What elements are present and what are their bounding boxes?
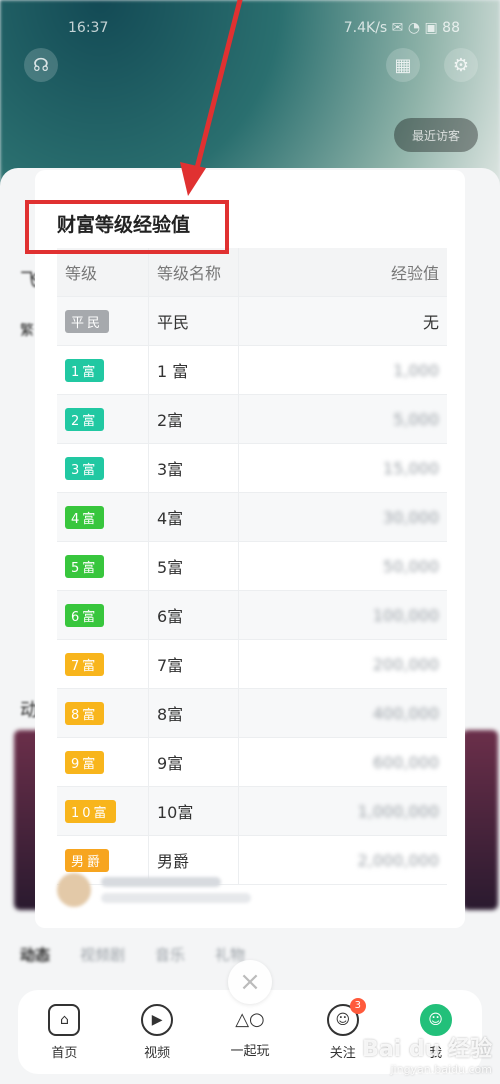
title-highlight-box <box>25 200 229 254</box>
exp-cell: 15,000 <box>383 458 439 478</box>
nav-play-together[interactable]: △○ 一起玩 <box>215 1006 285 1059</box>
nav-video-label: 视频 <box>144 1045 171 1061</box>
status-time: 16:37 <box>68 20 109 36</box>
status-indicators: 7.4K/s ✉ ◔ ▣ 88 <box>343 20 460 36</box>
grid-icon[interactable]: ▦ <box>386 48 420 82</box>
user-desc-blurred <box>101 893 251 903</box>
level-cell: 2富 <box>57 395 149 443</box>
nav-video[interactable]: ▶ 视频 <box>122 1003 192 1061</box>
level-badge: 2富 <box>65 407 105 431</box>
watermark: Bai du 经验 jingyan.baidu.com <box>362 1031 492 1076</box>
header-level: 等级 <box>57 248 149 296</box>
recent-visitors-button[interactable]: 最近访客 <box>394 118 478 152</box>
table-row: 3富 3富 15,000 <box>57 444 447 493</box>
table-row: 平民 平民 无 <box>57 297 447 346</box>
level-name-cell: 3富 <box>149 444 239 492</box>
level-badge: 6富 <box>65 603 105 627</box>
user-preview <box>57 870 447 910</box>
level-name-cell: 7富 <box>149 640 239 688</box>
exp-cell: 200,000 <box>372 654 439 674</box>
bg-label-2: 繁 <box>20 323 34 339</box>
level-name-cell: 10富 <box>149 787 239 835</box>
level-badge: 10富 <box>65 799 116 823</box>
table-row: 4富 4富 30,000 <box>57 493 447 542</box>
table-row: 6富 6富 100,000 <box>57 591 447 640</box>
exp-cell: 1,000 <box>393 360 439 380</box>
wealth-level-modal: 财富等级经验值 等级 等级名称 经验值 平民 平民无 1富 1 富 1,000 2富 2富 5… <box>35 170 465 928</box>
level-name-cell: 9富 <box>149 738 239 786</box>
exp-cell: 30,000 <box>383 507 439 527</box>
header-exp: 经验值 <box>390 264 439 283</box>
watermark-url: jingyan.baidu.com <box>390 1063 492 1076</box>
home-icon: ⌂ <box>48 1003 81 1036</box>
table-header: 等级 等级名称 经验值 <box>57 248 447 297</box>
close-icon[interactable]: × <box>228 960 272 1004</box>
background-tabs: 动态 视频剧 音乐 礼物 <box>20 944 245 965</box>
exp-cell: 5,000 <box>393 409 439 429</box>
level-cell: 8富 <box>57 689 149 737</box>
avatar <box>57 873 91 907</box>
exp-cell: 100,000 <box>372 605 439 625</box>
level-badge: 5富 <box>65 554 105 578</box>
level-name-cell: 4富 <box>149 493 239 541</box>
level-cell: 4富 <box>57 493 149 541</box>
level-cell: 1富 <box>57 346 149 394</box>
level-badge: 平民 <box>65 309 110 333</box>
follow-badge: 3 <box>349 997 366 1014</box>
table-row: 1富 1 富 1,000 <box>57 346 447 395</box>
exp-cell: 600,000 <box>372 752 439 772</box>
nav-follow-label: 关注 <box>329 1045 356 1061</box>
level-name-cell: 8富 <box>149 689 239 737</box>
exp-cell: 50,000 <box>383 556 439 576</box>
level-table: 等级 等级名称 经验值 平民 平民无 1富 1 富 1,000 2富 2富 5,000 3富 3富… <box>57 248 447 885</box>
table-row: 8富 8富 400,000 <box>57 689 447 738</box>
level-name-cell: 6富 <box>149 591 239 639</box>
level-cell: 10富 <box>57 787 149 835</box>
settings-icon[interactable]: ⚙ <box>444 48 478 82</box>
level-badge: 男爵 <box>65 848 110 872</box>
table-row: 10富 10富 1,000,000 <box>57 787 447 836</box>
table-row: 7富 7富 200,000 <box>57 640 447 689</box>
exp-cell: 1,000,000 <box>357 801 439 821</box>
bg-tab-video[interactable]: 视频剧 <box>80 944 125 965</box>
right-thumbnail <box>462 730 498 910</box>
level-badge: 8富 <box>65 701 105 725</box>
level-name-cell: 平民 <box>149 297 239 345</box>
level-cell: 5富 <box>57 542 149 590</box>
nav-home-label: 首页 <box>51 1045 78 1061</box>
level-name-cell: 1 富 <box>149 346 239 394</box>
user-name-blurred <box>101 877 221 887</box>
nav-home[interactable]: ⌂ 首页 <box>29 1003 99 1061</box>
table-row: 9富 9富 600,000 <box>57 738 447 787</box>
exp-cell: 无 <box>422 313 439 332</box>
exp-cell: 400,000 <box>372 703 439 723</box>
level-cell: 平民 <box>57 297 149 345</box>
level-badge: 4富 <box>65 505 105 529</box>
bg-tab-dynamic[interactable]: 动态 <box>20 944 50 965</box>
header-name: 等级名称 <box>149 248 239 296</box>
level-name-cell: 5富 <box>149 542 239 590</box>
watermark-logo: Bai du 经验 <box>362 1037 492 1062</box>
level-cell: 7富 <box>57 640 149 688</box>
play-icon: ▶ <box>141 1003 174 1036</box>
level-cell: 6富 <box>57 591 149 639</box>
level-badge: 9富 <box>65 750 105 774</box>
level-name-cell: 2富 <box>149 395 239 443</box>
bg-tab-music[interactable]: 音乐 <box>155 944 185 965</box>
headset-icon[interactable]: ☊ <box>24 48 58 82</box>
shapes-icon: △○ <box>235 1009 265 1030</box>
table-row: 5富 5富 50,000 <box>57 542 447 591</box>
level-badge: 1富 <box>65 358 105 382</box>
table-row: 2富 2富 5,000 <box>57 395 447 444</box>
level-badge: 3富 <box>65 456 105 480</box>
annotation-arrow <box>180 0 243 196</box>
level-badge: 7富 <box>65 652 105 676</box>
level-cell: 3富 <box>57 444 149 492</box>
level-cell: 9富 <box>57 738 149 786</box>
nav-play-together-label: 一起玩 <box>230 1043 270 1059</box>
